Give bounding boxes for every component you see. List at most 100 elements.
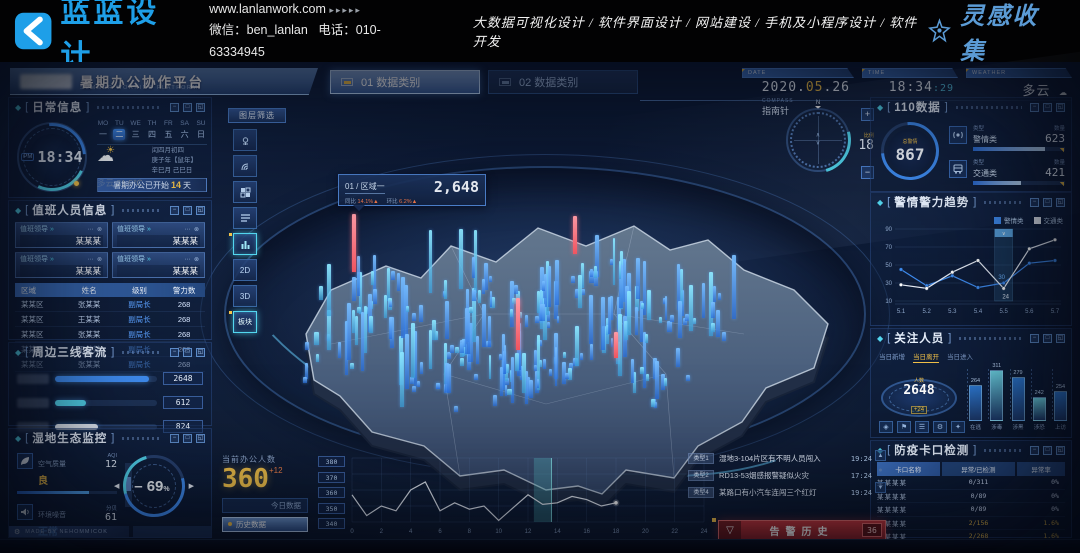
panel-minimize-icon[interactable]: −	[170, 434, 179, 443]
filter-icon-4[interactable]: ⚙	[933, 421, 947, 433]
tab-new-today[interactable]: 当日新增	[879, 351, 905, 363]
gauge-total: 867	[896, 145, 925, 164]
duty-leader-card[interactable]: 值班领导»⋯ ⊗某某某	[15, 222, 108, 248]
checkpoint-row[interactable]: 某某某某0/890%	[877, 503, 1065, 517]
inspiration-collect[interactable]: 灵感收集	[927, 0, 1060, 66]
filter-icon-3[interactable]: ☰	[915, 421, 929, 433]
camera-layer-button[interactable]	[233, 129, 257, 151]
weekday-cn: 六	[179, 129, 191, 140]
checkpoint-row[interactable]: 某某某某0/3110%	[877, 476, 1065, 490]
panel-window-icon[interactable]: □	[1043, 334, 1052, 343]
panel-window-icon[interactable]: □	[183, 434, 192, 443]
panel-window-icon[interactable]: □	[183, 103, 192, 112]
panel-minimize-icon[interactable]: −	[1030, 334, 1039, 343]
alert-history-banner[interactable]: ▽ 告警历史 36	[718, 520, 886, 540]
tab-entered-today[interactable]: 当日进入	[947, 351, 973, 363]
tooltip-value: 2,648	[434, 178, 479, 196]
alert-row[interactable]: 类型4某路口有小汽车连闯三个红灯19:24	[688, 484, 872, 501]
panel-minimize-icon[interactable]: −	[1030, 446, 1039, 455]
checkpoint-row[interactable]: 某某某某0/890%	[877, 490, 1065, 504]
svg-text:16: 16	[583, 529, 590, 535]
scroll-down-icon[interactable]: ▼	[875, 482, 886, 493]
checkpoint-row[interactable]: 某某某某2/1561.6%	[877, 517, 1065, 531]
platform-subtitle: SUMMER WORKING PLATFORM	[80, 85, 198, 91]
bottom-strip	[0, 539, 1080, 553]
focus-bar-column: 279涉黑	[1010, 363, 1027, 431]
tab-data-category-2[interactable]: 02 数据类别	[488, 70, 638, 94]
tab-left-today[interactable]: 当日离开	[913, 351, 939, 363]
panel-window-icon[interactable]: □	[183, 348, 192, 357]
filter-icon-1[interactable]: ◈	[879, 421, 893, 433]
panel-expand-icon[interactable]: ◱	[1056, 198, 1065, 207]
card-more-icon[interactable]: ⋯	[184, 257, 191, 263]
card-close-icon[interactable]: ⊗	[194, 227, 200, 233]
svg-text:90: 90	[885, 227, 892, 233]
panel-expand-icon[interactable]: ◱	[1056, 446, 1065, 455]
filter-icon-5[interactable]: ✦	[951, 421, 965, 433]
duty-leader-card[interactable]: 值班领导»⋯ ⊗某某某	[112, 222, 205, 248]
table-row[interactable]: 某某区王某某副局长268	[15, 312, 205, 327]
filter-icon-2[interactable]: ⚑	[897, 421, 911, 433]
weekday-en: SA	[179, 120, 191, 127]
grid-layer-button[interactable]	[233, 181, 257, 203]
card-more-icon[interactable]: ⋯	[184, 227, 191, 233]
panel-duty-staff: ◆[ 值班人员信息 ] − □ ◱ 值班领导»⋯ ⊗某某某值班领导»⋯ ⊗某某某…	[8, 200, 212, 340]
panel-title: 日常信息	[32, 99, 82, 115]
card-more-icon[interactable]: ⋯	[87, 227, 94, 233]
panel-minimize-icon[interactable]: −	[1030, 198, 1039, 207]
list-layer-button[interactable]	[233, 207, 257, 229]
panel-minimize-icon[interactable]: −	[170, 103, 179, 112]
weather-widget: WEATHER 多云 ☁	[966, 68, 1072, 96]
gauge-arrow-right[interactable]: ▶	[189, 482, 194, 490]
panel-minimize-icon[interactable]: −	[170, 206, 179, 215]
office-line-chart[interactable]: 024681012141618202224	[348, 452, 712, 542]
leaf-icon	[17, 453, 33, 469]
2d-view-button[interactable]: 2D	[233, 259, 257, 281]
weekday-en: WE	[130, 120, 142, 127]
focus-count-orb: 人数 2648 +24	[881, 369, 957, 421]
tab-data-category-1[interactable]: 01 数据类别	[330, 70, 480, 94]
svg-text:2: 2	[380, 529, 384, 535]
panel-expand-icon[interactable]: ◱	[196, 103, 205, 112]
panel-expand-icon[interactable]: ◱	[196, 434, 205, 443]
3d-view-button[interactable]: 3D	[233, 285, 257, 307]
alert-row[interactable]: 类型2RD13-53烟感报警疑似火灾17:24	[688, 467, 872, 484]
weekday-en: SU	[195, 120, 207, 127]
table-row[interactable]: 某某区张某某副局长268	[15, 327, 205, 342]
chart-layer-button[interactable]	[233, 233, 257, 255]
duty-leader-card[interactable]: 值班领导»⋯ ⊗某某某	[15, 252, 108, 278]
panel-expand-icon[interactable]: ◱	[1056, 334, 1065, 343]
panel-minimize-icon[interactable]: −	[1030, 103, 1039, 112]
today-data-button[interactable]: 今日数据	[222, 498, 308, 513]
website-link[interactable]: www.lanlanwork.com	[209, 2, 326, 16]
card-close-icon[interactable]: ⊗	[97, 257, 103, 263]
svg-text:6: 6	[438, 529, 442, 535]
panel-window-icon[interactable]: □	[183, 206, 192, 215]
duty-leader-card[interactable]: 值班领导»⋯ ⊗某某某	[112, 252, 205, 278]
panel-expand-icon[interactable]: ◱	[196, 348, 205, 357]
card-more-icon[interactable]: ⋯	[87, 257, 94, 263]
panel-window-icon[interactable]: □	[1043, 446, 1052, 455]
gauge-arrow-left[interactable]: ◀	[114, 482, 119, 490]
corner-deco: ◆	[15, 348, 21, 357]
card-close-icon[interactable]: ⊗	[194, 257, 200, 263]
panel-expand-icon[interactable]: ◱	[1056, 103, 1065, 112]
card-close-icon[interactable]: ⊗	[97, 227, 103, 233]
panel-expand-icon[interactable]: ◱	[196, 206, 205, 215]
table-row[interactable]: 某某区张某某副局长268	[15, 297, 205, 312]
history-data-button[interactable]: 历史数据	[222, 517, 308, 532]
panel-window-icon[interactable]: □	[1043, 103, 1052, 112]
bar-label: 涉黑	[1012, 423, 1023, 431]
panel-minimize-icon[interactable]: −	[170, 348, 179, 357]
scroll-dot: ●	[875, 466, 886, 477]
bar	[1054, 391, 1067, 421]
block-view-button[interactable]: 板块	[233, 311, 257, 333]
trend-line-chart[interactable]: 9070503010∨30245.15.25.35.45.55.65.7	[875, 223, 1069, 323]
compass-dial[interactable]: N ∧∨	[786, 108, 850, 172]
alert-row[interactable]: 类型1湿地3-104片区有不明人员闯入19:24	[688, 450, 872, 467]
signal-layer-button[interactable]	[233, 155, 257, 177]
top-bar: 暑期办公协作平台 SUMMER WORKING PLATFORM 01 数据类别…	[0, 66, 1080, 98]
panel-window-icon[interactable]: □	[1043, 198, 1052, 207]
scroll-up-icon[interactable]: ▲	[875, 450, 886, 461]
svg-text:5.7: 5.7	[1051, 309, 1060, 315]
